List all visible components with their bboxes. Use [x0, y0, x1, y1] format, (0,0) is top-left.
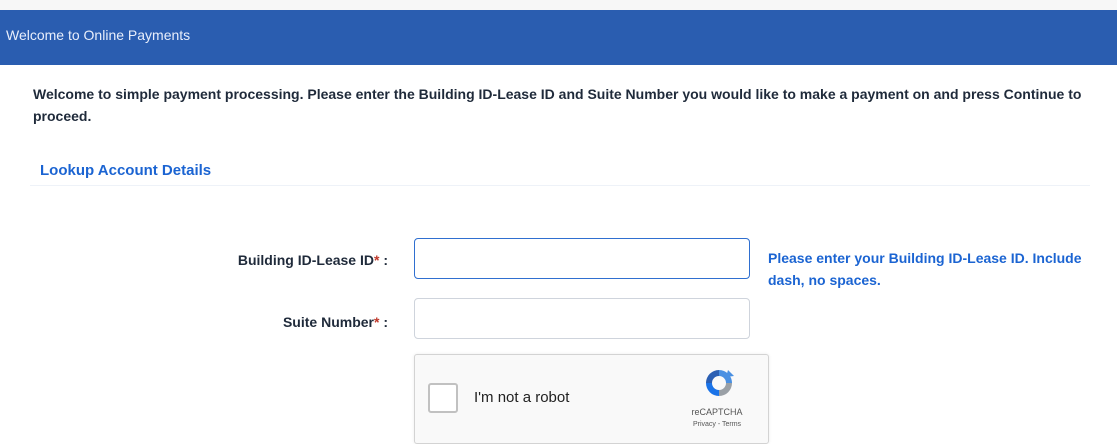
- captcha-label: I'm not a robot: [474, 389, 570, 406]
- recaptcha-widget: I'm not a robot reCAPTCHA Privacy - Term…: [414, 354, 769, 444]
- building-id-label-text: Building ID-Lease ID: [237, 252, 374, 268]
- building-id-input[interactable]: [414, 238, 750, 279]
- building-id-help: Please enter your Building ID-Lease ID. …: [768, 250, 1082, 288]
- suite-number-label: Suite Number* :: [160, 314, 388, 330]
- suite-number-input[interactable]: [414, 298, 750, 339]
- captcha-brand: reCAPTCHA: [691, 407, 743, 417]
- label-colon: :: [383, 314, 388, 330]
- header-bar: Welcome to Online Payments: [0, 10, 1117, 65]
- section-divider: [30, 185, 1090, 186]
- suite-number-label-text: Suite Number: [282, 314, 374, 330]
- captcha-privacy-terms[interactable]: Privacy - Terms: [677, 421, 757, 428]
- building-id-label: Building ID-Lease ID* :: [160, 252, 388, 268]
- required-marker: *: [373, 252, 380, 268]
- section-heading: Lookup Account Details: [40, 162, 212, 179]
- top-strip: [0, 0, 1117, 10]
- captcha-checkbox[interactable]: [428, 383, 458, 413]
- label-colon: :: [383, 252, 388, 268]
- required-marker: *: [373, 314, 380, 330]
- page-title: Welcome to Online Payments: [6, 26, 191, 43]
- intro-text: Welcome to simple payment processing. Pl…: [33, 86, 1082, 124]
- recaptcha-logo-icon: [706, 370, 734, 396]
